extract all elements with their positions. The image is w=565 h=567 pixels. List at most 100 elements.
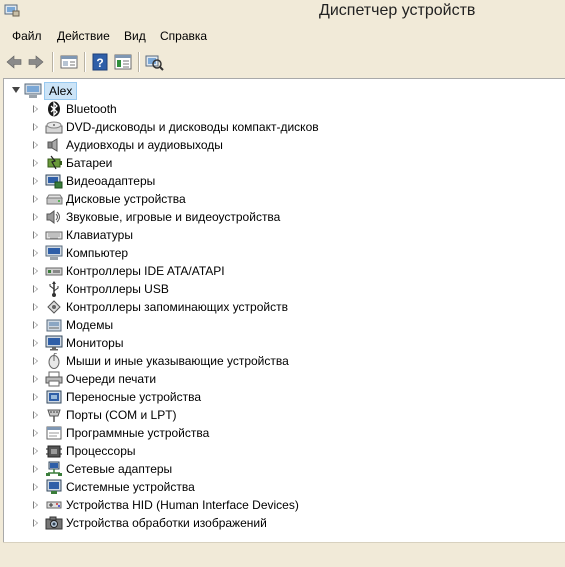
device-category-usb[interactable]: Контроллеры USB <box>4 280 559 298</box>
device-manager-icon <box>4 4 20 17</box>
device-category-label: Устройства обработки изображений <box>66 516 267 530</box>
device-category-sound-device[interactable]: Звуковые, игровые и видеоустройства <box>4 208 559 226</box>
keyboard-icon <box>45 231 63 240</box>
menu-help[interactable]: Справка <box>160 29 207 43</box>
device-category-hid[interactable]: Устройства HID (Human Interface Devices) <box>4 496 559 514</box>
expand-arrow-icon[interactable] <box>33 393 38 401</box>
expand-arrow-icon[interactable] <box>33 429 38 437</box>
expand-arrow-icon[interactable] <box>33 249 38 257</box>
expand-arrow-icon[interactable] <box>33 159 38 167</box>
forward-icon[interactable] <box>26 52 46 72</box>
mouse-icon <box>48 353 60 369</box>
help-icon[interactable]: ? <box>90 52 110 72</box>
scan-hardware-icon[interactable] <box>144 52 164 72</box>
device-category-system-device[interactable]: Системные устройства <box>4 478 559 496</box>
expand-arrow-icon[interactable] <box>33 501 38 509</box>
device-category-label: Видеоадаптеры <box>66 174 156 188</box>
software-device-icon <box>46 426 62 440</box>
device-category-label: Мыши и иные указывающие устройства <box>66 354 289 368</box>
device-category-port[interactable]: Порты (COM и LPT) <box>4 406 559 424</box>
expand-arrow-icon[interactable] <box>33 267 38 275</box>
expand-arrow-icon[interactable] <box>33 483 38 491</box>
device-category-label: Системные устройства <box>66 480 195 494</box>
disk-drive-icon <box>46 194 63 205</box>
system-device-icon <box>46 479 62 494</box>
expand-arrow-icon[interactable] <box>33 375 38 383</box>
computer-icon <box>24 83 42 98</box>
expand-arrow-icon[interactable] <box>33 177 38 185</box>
sound-device-icon <box>46 210 60 224</box>
toolbar-separator <box>84 52 86 72</box>
device-category-ide-controller[interactable]: Контроллеры IDE ATA/ATAPI <box>4 262 559 280</box>
menu-bar: Файл Действие Вид Справка <box>0 26 565 46</box>
tree-root-label[interactable]: Alex <box>44 82 78 100</box>
device-category-storage-controller[interactable]: Контроллеры запоминающих устройств <box>4 298 559 316</box>
expand-arrow-icon[interactable] <box>33 123 38 131</box>
device-category-label: Переносные устройства <box>66 390 202 404</box>
expand-arrow-icon[interactable] <box>33 141 38 149</box>
speaker-icon <box>47 138 58 152</box>
device-category-label: Процессоры <box>66 444 136 458</box>
device-category-label: Bluetooth <box>66 102 117 116</box>
device-tree[interactable]: Alex Bluetooth DVD-дисководы и дисководы … <box>3 78 565 543</box>
device-category-label: Компьютер <box>66 246 129 260</box>
expand-arrow-icon[interactable] <box>33 339 38 347</box>
expand-arrow-icon[interactable] <box>33 447 38 455</box>
processor-icon <box>46 445 62 458</box>
expand-arrow-icon[interactable] <box>33 357 38 365</box>
expand-arrow-icon[interactable] <box>33 519 38 527</box>
device-category-display-adapter[interactable]: Видеоадаптеры <box>4 172 559 190</box>
device-category-label: Мониторы <box>66 336 124 350</box>
menu-view[interactable]: Вид <box>124 29 146 43</box>
device-category-printer[interactable]: Очереди печати <box>4 370 559 388</box>
device-category-mouse[interactable]: Мыши и иные указывающие устройства <box>4 352 559 370</box>
toolbar: ? <box>0 48 565 76</box>
device-category-keyboard[interactable]: Клавиатуры <box>4 226 559 244</box>
device-category-network-adapter[interactable]: Сетевые адаптеры <box>4 460 559 478</box>
device-category-software-device[interactable]: Программные устройства <box>4 424 559 442</box>
expand-arrow-icon[interactable] <box>33 195 38 203</box>
device-category-computer[interactable]: Компьютер <box>4 244 559 262</box>
device-category-processor[interactable]: Процессоры <box>4 442 559 460</box>
title-bar: Диспетчер устройств <box>0 0 565 24</box>
portable-device-icon <box>46 390 62 404</box>
device-category-dvd-drive[interactable]: DVD-дисководы и дисководы компакт-дисков <box>4 118 559 136</box>
status-bar <box>3 542 565 567</box>
back-icon[interactable] <box>4 52 24 72</box>
bluetooth-icon <box>48 101 60 117</box>
device-category-label: Программные устройства <box>66 426 210 440</box>
expand-arrow-icon[interactable] <box>33 411 38 419</box>
expand-arrow-icon[interactable] <box>33 285 38 293</box>
collapse-arrow-icon[interactable] <box>12 87 20 93</box>
expand-arrow-icon[interactable] <box>33 105 38 113</box>
device-category-label: Порты (COM и LPT) <box>66 408 177 422</box>
device-category-modem[interactable]: Модемы <box>4 316 559 334</box>
device-category-battery[interactable]: Батареи <box>4 154 559 172</box>
menu-action[interactable]: Действие <box>57 29 110 43</box>
expand-arrow-icon[interactable] <box>33 465 38 473</box>
expand-arrow-icon[interactable] <box>33 303 38 311</box>
properties-panel-icon[interactable] <box>59 52 79 72</box>
printer-icon <box>45 371 63 387</box>
device-category-label: Клавиатуры <box>66 228 133 242</box>
battery-icon <box>47 155 62 170</box>
device-category-portable-device[interactable]: Переносные устройства <box>4 388 559 406</box>
device-category-bluetooth[interactable]: Bluetooth <box>4 100 559 118</box>
device-category-label: Сетевые адаптеры <box>66 462 173 476</box>
device-category-disk-drive[interactable]: Дисковые устройства <box>4 190 559 208</box>
device-category-imaging-device[interactable]: Устройства обработки изображений <box>4 514 559 532</box>
device-category-monitor[interactable]: Мониторы <box>4 334 559 352</box>
device-category-label: Контроллеры USB <box>66 282 169 296</box>
imaging-device-icon <box>45 516 63 530</box>
device-category-speaker[interactable]: Аудиовходы и аудиовыходы <box>4 136 559 154</box>
window-title: Диспетчер устройств <box>319 2 476 19</box>
expand-arrow-icon[interactable] <box>33 321 38 329</box>
expand-arrow-icon[interactable] <box>33 213 38 221</box>
expand-arrow-icon[interactable] <box>33 231 38 239</box>
menu-file[interactable]: Файл <box>12 29 42 43</box>
device-list-icon[interactable] <box>113 52 133 72</box>
modem-icon <box>46 319 62 332</box>
tree-root[interactable]: Alex <box>4 82 304 100</box>
computer-icon <box>45 245 63 260</box>
svg-text:?: ? <box>96 56 103 70</box>
